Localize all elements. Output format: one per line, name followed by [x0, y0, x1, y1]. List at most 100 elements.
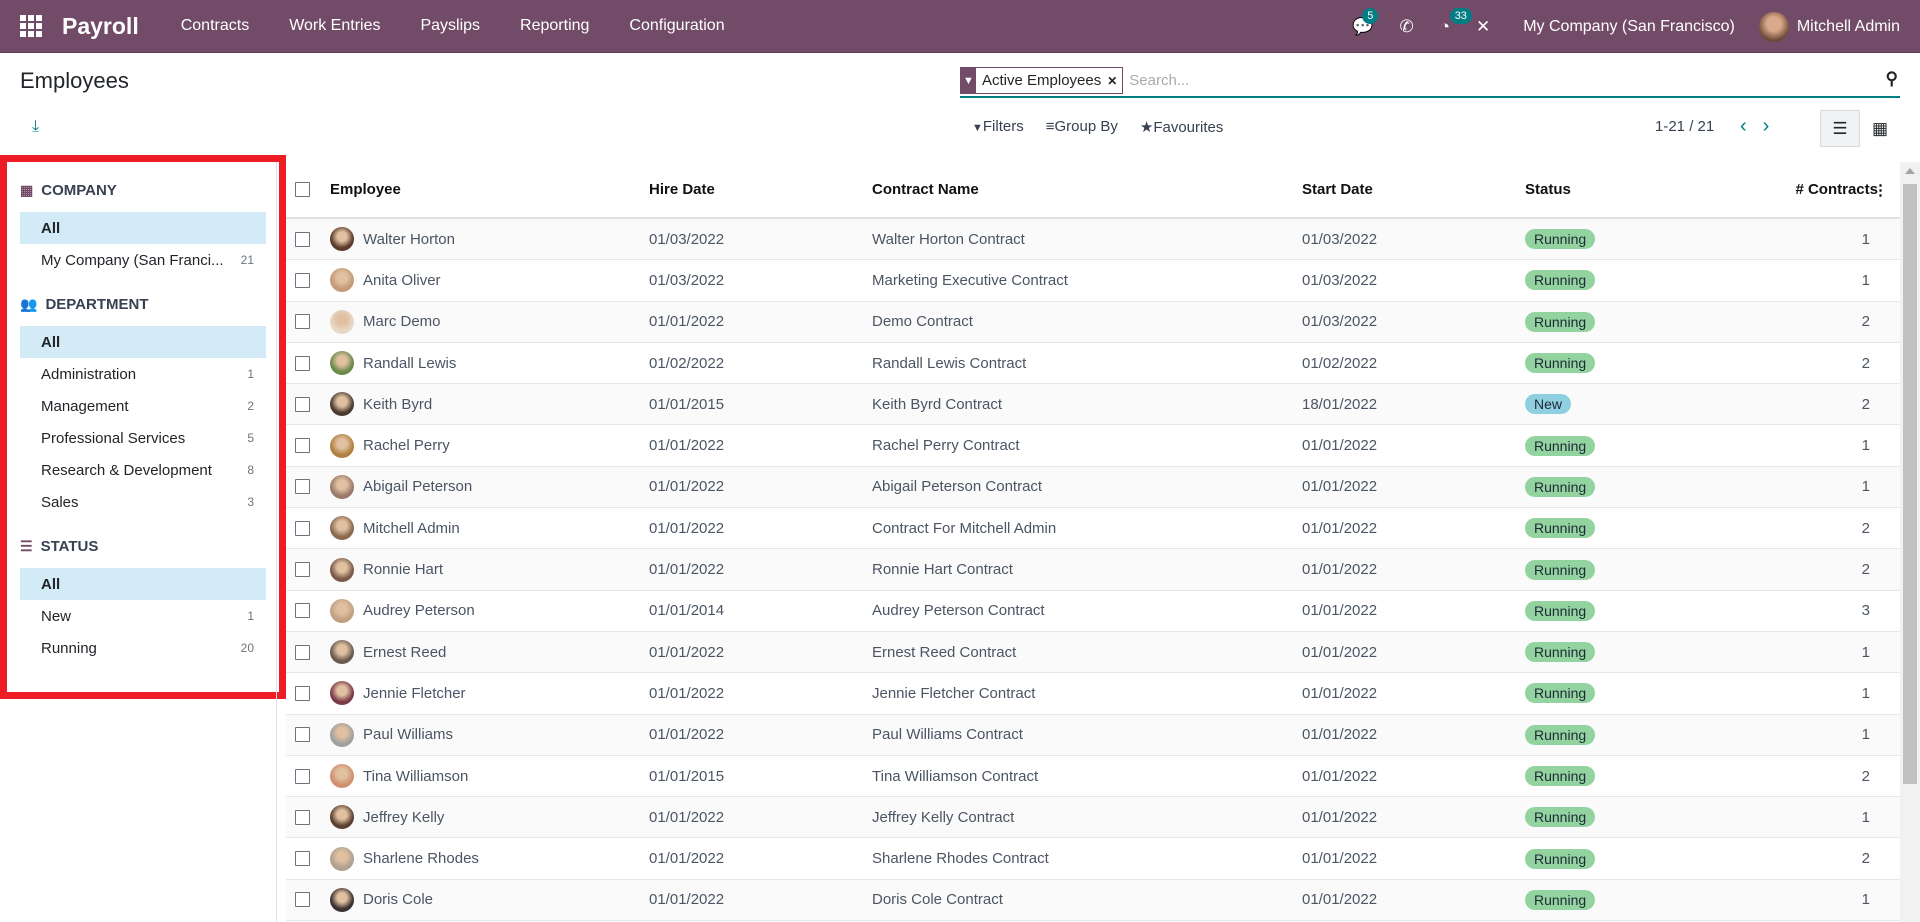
row-checkbox[interactable]: [295, 438, 310, 454]
contracts-count: 1: [1861, 684, 1870, 702]
employee-name: Jennie Fletcher: [363, 684, 466, 702]
menu-contracts[interactable]: Contracts: [181, 17, 249, 35]
scrollbar[interactable]: [1900, 162, 1920, 922]
remove-facet-icon[interactable]: ✕: [1107, 68, 1122, 93]
row-checkbox[interactable]: [295, 685, 310, 701]
filter-item[interactable]: My Company (San Franci... 21: [20, 244, 266, 276]
employee-name: Doris Cole: [363, 891, 434, 909]
table-row[interactable]: Keith Byrd 01/01/2015 Keith Byrd Contrac…: [286, 384, 1900, 426]
user-avatar[interactable]: [1758, 11, 1789, 42]
table-row[interactable]: Ernest Reed 01/01/2022 Ernest Reed Contr…: [286, 631, 1900, 674]
table-row[interactable]: Paul Williams 01/01/2022 Paul Williams C…: [286, 714, 1900, 756]
group-by-button[interactable]: ≡Group By: [1046, 118, 1118, 136]
activity-icon[interactable]: ◔ 33: [1440, 7, 1472, 37]
row-checkbox[interactable]: [295, 520, 310, 536]
contracts-count: 2: [1861, 395, 1870, 413]
row-checkbox[interactable]: [295, 768, 310, 784]
company-switcher[interactable]: My Company (San Francisco): [1523, 18, 1735, 36]
filter-item[interactable]: All: [20, 326, 266, 358]
filter-item[interactable]: Professional Services 5: [20, 422, 266, 454]
row-checkbox[interactable]: [295, 851, 310, 867]
filter-item[interactable]: All: [20, 568, 266, 600]
scroll-up-icon[interactable]: [1905, 168, 1915, 174]
chat-icon[interactable]: 💬 5: [1352, 7, 1379, 37]
start-date: 01/01/2022: [1302, 561, 1378, 579]
column-options-icon[interactable]: ⋮: [1873, 181, 1888, 199]
kanban-view-button[interactable]: ▦: [1860, 110, 1900, 147]
filter-item[interactable]: Research & Development 8: [20, 454, 266, 486]
row-checkbox[interactable]: [295, 562, 310, 578]
col-contract-name[interactable]: Contract Name: [872, 181, 979, 198]
select-all-checkbox[interactable]: [295, 182, 310, 197]
col-hire-date[interactable]: Hire Date: [649, 181, 715, 198]
status-badge: Running: [1525, 642, 1596, 663]
menu-configuration[interactable]: Configuration: [629, 17, 724, 35]
menu-work-entries[interactable]: Work Entries: [289, 17, 380, 35]
hire-date: 01/01/2022: [649, 684, 725, 702]
table-row[interactable]: Marc Demo 01/01/2022 Demo Contract 01/03…: [286, 301, 1900, 343]
list-icon: ≡: [1045, 118, 1055, 135]
row-checkbox[interactable]: [295, 479, 310, 495]
filter-item[interactable]: All: [20, 212, 266, 244]
filter-item[interactable]: Administration 1: [20, 358, 266, 390]
filter-item[interactable]: New 1: [20, 600, 266, 632]
table-row[interactable]: Rachel Perry 01/01/2022 Rachel Perry Con…: [286, 425, 1900, 467]
contract-name: Contract For Mitchell Admin: [872, 519, 1057, 537]
user-menu[interactable]: Mitchell Admin: [1797, 18, 1900, 36]
col-start-date[interactable]: Start Date: [1302, 181, 1373, 198]
app-brand[interactable]: Payroll: [62, 13, 139, 40]
pager-value[interactable]: 1-21 / 21: [1655, 118, 1714, 135]
table-row[interactable]: Sharlene Rhodes 01/01/2022 Sharlene Rhod…: [286, 838, 1900, 880]
col-contracts[interactable]: # Contracts: [1795, 181, 1878, 198]
filter-item[interactable]: Management 2: [20, 390, 266, 422]
table-row[interactable]: Walter Horton 01/03/2022 Walter Horton C…: [286, 219, 1900, 261]
menu-reporting[interactable]: Reporting: [520, 17, 589, 35]
row-checkbox[interactable]: [295, 355, 310, 371]
row-checkbox[interactable]: [295, 231, 310, 247]
row-checkbox[interactable]: [295, 396, 310, 412]
favourites-button[interactable]: ★Favourites: [1140, 118, 1223, 136]
scrollbar-thumb[interactable]: [1903, 184, 1917, 784]
hire-date: 01/01/2015: [649, 395, 725, 413]
search-input[interactable]: Search...: [1129, 72, 1189, 89]
status-badge: Running: [1525, 889, 1596, 910]
table-row[interactable]: Jeffrey Kelly 01/01/2022 Jeffrey Kelly C…: [286, 797, 1900, 839]
row-checkbox[interactable]: [295, 644, 310, 660]
row-checkbox[interactable]: [295, 727, 310, 743]
filter-item[interactable]: Sales 3: [20, 486, 266, 518]
table-row[interactable]: Audrey Peterson 01/01/2014 Audrey Peters…: [286, 591, 1900, 632]
table-row[interactable]: Abigail Peterson 01/01/2022 Abigail Pete…: [286, 466, 1900, 509]
contracts-count: 2: [1861, 354, 1870, 372]
filters-button[interactable]: ▼Filters: [972, 118, 1024, 136]
contracts-count: 1: [1861, 230, 1870, 248]
table-row[interactable]: Doris Cole 01/01/2022 Doris Cole Contrac…: [286, 879, 1900, 922]
table-row[interactable]: Ronnie Hart 01/01/2022 Ronnie Hart Contr…: [286, 549, 1900, 591]
employee-name: Anita Oliver: [363, 271, 441, 289]
filter-item[interactable]: Running 20: [20, 632, 266, 664]
col-employee[interactable]: Employee: [330, 181, 401, 198]
status-badge: Running: [1525, 683, 1596, 704]
status-badge: Running: [1525, 270, 1596, 291]
pager-previous-icon[interactable]: ‹: [1740, 115, 1763, 137]
row-checkbox[interactable]: [295, 272, 310, 288]
table-row[interactable]: Tina Williamson 01/01/2015 Tina Williams…: [286, 756, 1900, 798]
download-icon[interactable]: ⤓: [32, 118, 39, 136]
search-icon[interactable]: ⚲: [1886, 69, 1898, 89]
row-checkbox[interactable]: [295, 314, 310, 330]
row-checkbox[interactable]: [295, 809, 310, 825]
phone-icon[interactable]: ✆: [1399, 17, 1413, 37]
avatar: [330, 640, 354, 665]
hire-date: 01/03/2022: [649, 230, 725, 248]
table-row[interactable]: Randall Lewis 01/02/2022 Randall Lewis C…: [286, 343, 1900, 385]
col-status[interactable]: Status: [1525, 181, 1571, 198]
menu-payslips[interactable]: Payslips: [420, 17, 480, 35]
list-view-button[interactable]: ☰: [1820, 110, 1860, 147]
row-checkbox[interactable]: [295, 892, 310, 908]
apps-menu-icon[interactable]: [20, 15, 42, 37]
tools-icon[interactable]: ✕: [1476, 17, 1490, 37]
table-row[interactable]: Mitchell Admin 01/01/2022 Contract For M…: [286, 508, 1900, 550]
table-row[interactable]: Jennie Fletcher 01/01/2022 Jennie Fletch…: [286, 673, 1900, 715]
row-checkbox[interactable]: [295, 603, 310, 619]
pager-next-icon[interactable]: ›: [1763, 115, 1786, 137]
table-row[interactable]: Anita Oliver 01/03/2022 Marketing Execut…: [286, 260, 1900, 302]
